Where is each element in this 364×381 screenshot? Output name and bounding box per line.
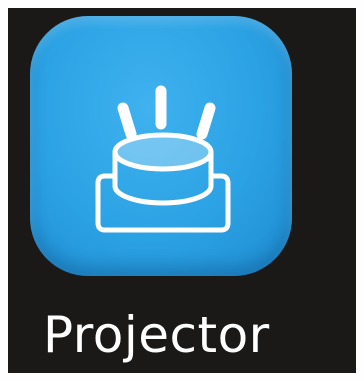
projector-icon bbox=[95, 85, 231, 233]
screen: Projector bbox=[0, 0, 364, 381]
projector-app-launcher[interactable] bbox=[30, 16, 292, 276]
projector-app-icon[interactable] bbox=[30, 16, 292, 276]
app-label[interactable]: Projector bbox=[43, 300, 343, 370]
app-panel: Projector bbox=[8, 8, 356, 373]
